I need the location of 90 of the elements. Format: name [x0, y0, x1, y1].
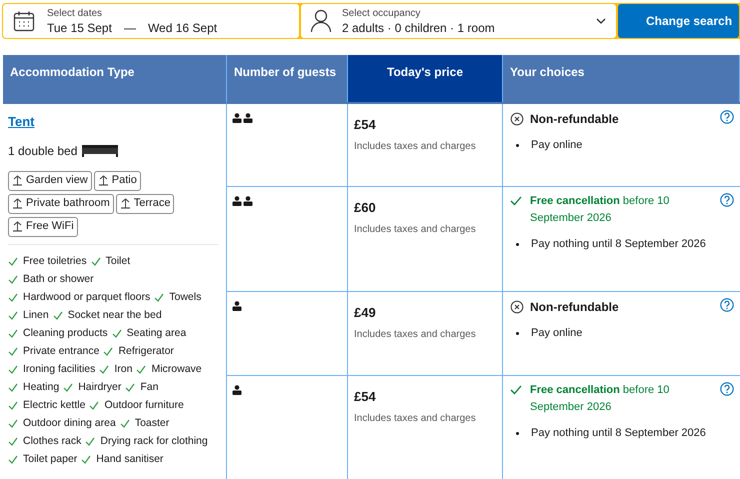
check-out-date: Wed 16 Sept [148, 21, 218, 36]
price-note: Includes taxes and charges [354, 222, 476, 236]
facility-tag: Patio [94, 170, 141, 190]
check-icon [136, 365, 146, 374]
bed-info: 1 double bed [8, 142, 78, 160]
amenity-text: Fan [140, 380, 158, 395]
chevron-down-icon [596, 18, 606, 24]
help-icon[interactable] [720, 298, 734, 312]
amenity-text: Socket near the bed [68, 308, 162, 323]
help-icon[interactable] [720, 382, 734, 396]
non-refundable-label: Non-refundable [530, 111, 619, 128]
amenity-text: Towels [169, 290, 202, 305]
facility-tag: Private bathroom [8, 194, 114, 214]
amenity-text: Toilet [106, 254, 130, 269]
column-header: Number of guests [227, 55, 348, 102]
amenity-text: Heating [23, 380, 60, 395]
amenity-text: Ironing facilities [23, 362, 96, 377]
check-icon [89, 401, 100, 410]
check-icon [85, 437, 96, 446]
bullet-icon [516, 144, 519, 147]
facility-tag: Terrace [116, 194, 174, 214]
amenity-text: Linen [23, 308, 49, 323]
amenity-text: Seating area [126, 326, 186, 341]
amenity-text: Free toiletries [23, 254, 87, 269]
price-note: Includes taxes and charges [354, 328, 476, 342]
check-icon [154, 293, 164, 302]
amenity-text: Hand sanitiser [96, 452, 164, 467]
amenity-text: Outdoor dining area [23, 416, 116, 431]
free-cancellation-text: Free cancellation before 10 September 2026 [530, 194, 670, 226]
column-header: Accommodation Type [3, 55, 227, 102]
price-amount: £60 [354, 199, 376, 217]
check-icon [125, 383, 136, 392]
occupancy-value: 2 adults · 0 children · 1 room [342, 21, 496, 36]
check-icon [99, 365, 110, 374]
column-header: Today's price [348, 55, 503, 102]
price-amount: £54 [354, 116, 376, 134]
amenity-text: Cleaning products [23, 326, 108, 341]
check-icon [90, 257, 101, 266]
facility-tag: Free WiFi [8, 216, 78, 236]
free-cancellation-text: Free cancellation before 10 September 2026 [530, 383, 670, 415]
amenity-text: Hardwood or parquet floors [23, 290, 150, 305]
price-amount: £49 [354, 304, 376, 322]
amenity-text: Iron [114, 362, 132, 377]
payment-note: Pay online [531, 138, 582, 153]
amenity-text: Toaster [134, 416, 170, 431]
help-icon[interactable] [720, 193, 734, 207]
calendar-icon [13, 10, 35, 32]
field-label: Select dates [47, 7, 104, 21]
payment-note: Pay nothing until 8 September 2026 [531, 237, 706, 252]
price-note: Includes taxes and charges [354, 140, 476, 154]
check-in-date: Tue 15 Sept [47, 21, 112, 36]
check-icon [52, 311, 63, 320]
room-name-link[interactable]: Tent [8, 112, 34, 132]
person-icon [310, 9, 332, 33]
amenity-text: Hairdryer [78, 380, 122, 395]
field-label: Select occupancy [342, 7, 422, 21]
non-refundable-label: Non-refundable [530, 299, 619, 316]
check-icon [63, 383, 74, 392]
dates-field[interactable]: Select dates Tue 15 Sept — Wed 16 Sept [3, 4, 299, 38]
check-icon [510, 385, 522, 395]
bed-icon [81, 144, 120, 157]
occupancy-field[interactable]: Select occupancy 2 adults · 0 children · 1 room [301, 4, 616, 38]
check-icon [81, 455, 92, 464]
bullet-icon [516, 242, 519, 246]
column-header: Your choices [503, 55, 740, 102]
no-refund-icon [510, 300, 524, 314]
price-note: Includes taxes and charges [354, 412, 476, 426]
amenity-text: Clothes rack [23, 434, 82, 449]
check-icon [103, 347, 114, 356]
amenity-text: Bath or shower [23, 272, 94, 287]
bullet-icon [516, 332, 519, 335]
amenity-text: Private entrance [23, 344, 100, 359]
check-icon [112, 329, 122, 338]
no-refund-icon [510, 112, 524, 126]
change-search-button[interactable]: Change search [618, 4, 739, 38]
date-separator: — [124, 21, 136, 36]
bullet-icon [516, 432, 519, 435]
payment-note: Pay online [531, 326, 582, 341]
amenity-text: Drying rack for clothing [100, 434, 208, 449]
check-icon [510, 196, 522, 206]
amenity-text: Toilet paper [23, 452, 78, 467]
payment-note: Pay nothing until 8 September 2026 [531, 426, 706, 441]
price-amount: £54 [354, 388, 376, 406]
amenity-text: Microwave [151, 362, 202, 377]
amenity-text: Refrigerator [118, 344, 174, 359]
facility-tag: Garden view [8, 170, 92, 190]
check-icon [120, 419, 130, 428]
help-icon[interactable] [720, 110, 734, 124]
amenity-text: Electric kettle [23, 398, 86, 413]
amenity-text: Outdoor furniture [104, 398, 184, 413]
